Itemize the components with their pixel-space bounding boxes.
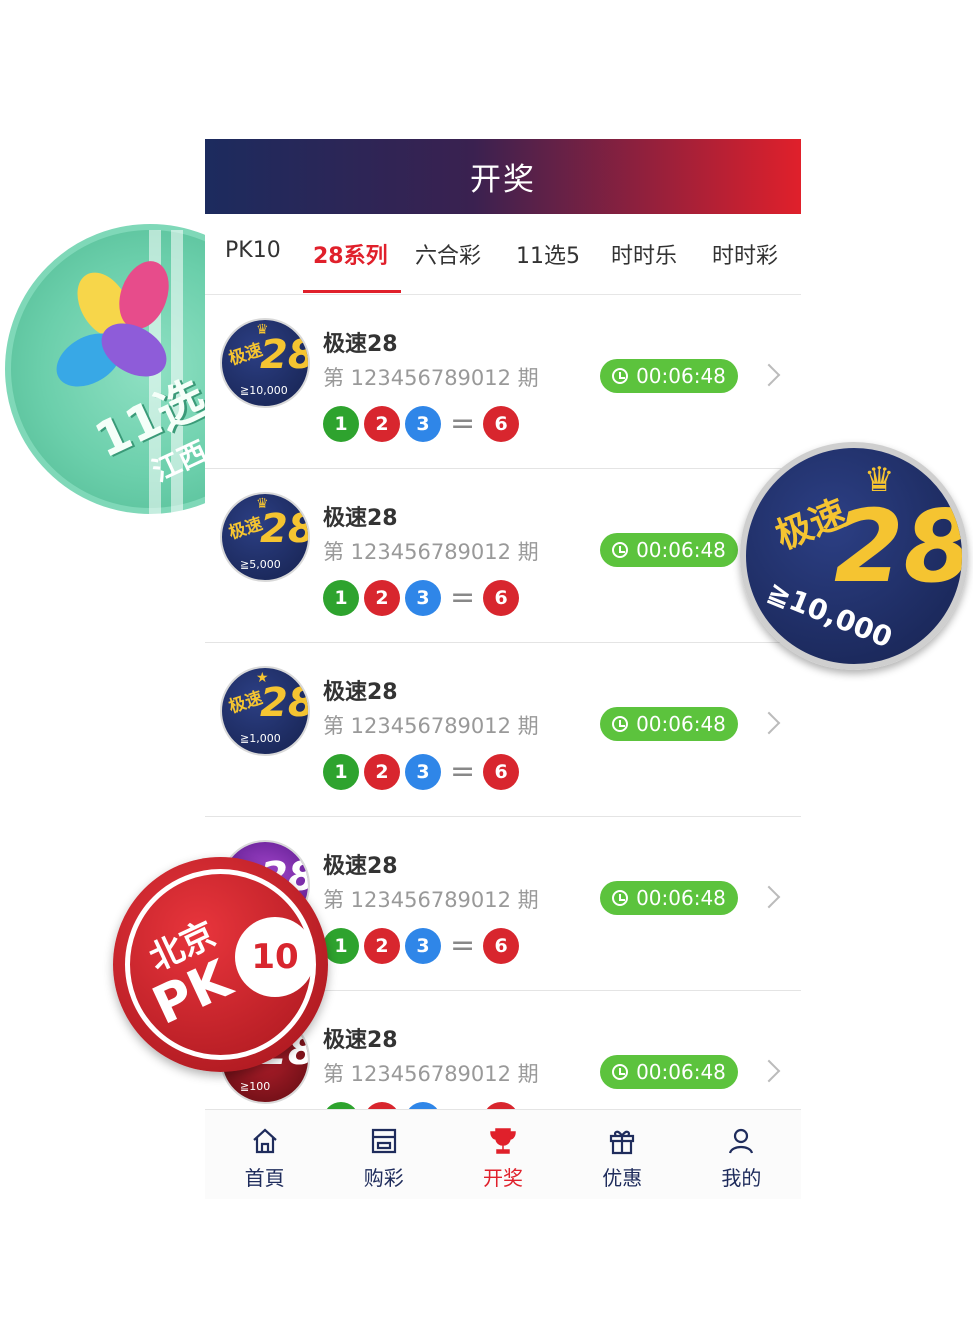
store-icon xyxy=(371,1128,396,1154)
icon-limit: ≧5,000 xyxy=(240,558,281,571)
tab-shishicai[interactable]: 时时彩 xyxy=(712,238,778,270)
result-ball: 1 xyxy=(323,928,359,964)
countdown-text: 00:06:48 xyxy=(636,364,726,388)
result-ball: 1 xyxy=(323,754,359,790)
jisu28-icon: ♛ 极速 28 ≧10,000 xyxy=(220,318,310,408)
equals-sign: = xyxy=(450,754,476,789)
result-ball: 2 xyxy=(364,580,400,616)
issue-number: 第 123456789012 期 xyxy=(323,366,539,390)
countdown-text: 00:06:48 xyxy=(636,538,726,562)
equals-sign: = xyxy=(450,406,476,441)
result-ball: 3 xyxy=(405,580,441,616)
clock-icon xyxy=(612,716,629,732)
result-balls: 1 2 3 = 6 xyxy=(323,406,524,442)
tab-28-series[interactable]: 28系列 xyxy=(313,238,388,270)
sum-ball: 6 xyxy=(483,928,520,964)
icon-limit: ≧10,000 xyxy=(240,384,288,397)
active-tab-indicator xyxy=(303,290,401,293)
sum-ball: 6 xyxy=(483,754,520,790)
result-ball: 2 xyxy=(364,754,400,790)
nav-label: 开奖 xyxy=(483,1166,523,1190)
equals-sign: = xyxy=(450,580,476,615)
icon-limit: ≧100 xyxy=(240,1080,271,1093)
clock-icon xyxy=(612,542,629,558)
result-ball: 3 xyxy=(405,754,441,790)
clock-icon xyxy=(612,1064,629,1080)
countdown-text: 00:06:48 xyxy=(636,1060,726,1084)
bottom-nav: 首頁 购彩 开奖 优惠 我的 xyxy=(205,1109,801,1199)
tab-pk10[interactable]: PK10 xyxy=(225,238,281,263)
nav-label: 我的 xyxy=(721,1166,762,1190)
category-tabs: PK10 28系列 六合彩 11选5 时时乐 时时彩 xyxy=(205,214,801,295)
issue-number: 第 123456789012 期 xyxy=(323,888,539,912)
result-balls: 1 2 3 = 6 xyxy=(323,754,524,790)
result-ball: 3 xyxy=(405,406,441,442)
result-ball: 2 xyxy=(364,406,400,442)
result-balls: 1 2 3 = 6 xyxy=(323,928,524,964)
badge-number: 10 xyxy=(235,917,315,997)
jisu28-badge: ♛ 极速 28 ≧10,000 xyxy=(740,442,968,670)
icon-number: 28 xyxy=(260,332,308,378)
app-header: 开奖 xyxy=(205,139,801,214)
icon-limit: ≧1,000 xyxy=(240,732,281,745)
sum-ball: 6 xyxy=(483,406,520,442)
countdown-text: 00:06:48 xyxy=(636,886,726,910)
result-ball: 1 xyxy=(323,580,359,616)
icon-number: 28 xyxy=(260,506,308,552)
countdown-badge: 00:06:48 xyxy=(600,533,738,567)
result-ball: 1 xyxy=(323,406,359,442)
gift-icon xyxy=(610,1130,635,1155)
tab-shishile[interactable]: 时时乐 xyxy=(611,238,677,270)
countdown-badge: 00:06:48 xyxy=(600,707,738,741)
result-ball: 3 xyxy=(405,928,441,964)
result-balls: 1 2 3 = 6 xyxy=(323,580,524,616)
icon-number: 28 xyxy=(260,680,308,726)
issue-number: 第 123456789012 期 xyxy=(323,1062,539,1086)
list-item[interactable]: ♛ 极速 28 ≧5,000 极速28 第 123456789012 期 1 2… xyxy=(205,469,801,643)
game-name: 极速28 xyxy=(323,506,398,531)
issue-number: 第 123456789012 期 xyxy=(323,714,539,738)
game-name: 极速28 xyxy=(323,854,398,879)
chip-icon: 11选 江西 xyxy=(5,224,205,514)
nav-home[interactable]: 首頁 xyxy=(205,1110,324,1199)
user-icon xyxy=(729,1128,754,1154)
nav-profile[interactable]: 我的 xyxy=(682,1110,801,1199)
list-item[interactable]: ★ 极速 28 ≧1,000 极速28 第 123456789012 期 1 2… xyxy=(205,643,801,817)
home-icon xyxy=(252,1128,277,1154)
jiangxi-11x5-badge: 11选 江西 xyxy=(5,224,205,514)
chevron-right-icon[interactable] xyxy=(757,711,781,735)
jisu28-icon: ♛ 极速 28 ≧5,000 xyxy=(220,492,310,582)
list-item[interactable]: ♛ 极速 28 ≧10,000 极速28 第 123456789012 期 1 … xyxy=(205,295,801,469)
nav-promo[interactable]: 优惠 xyxy=(563,1110,682,1199)
clock-icon xyxy=(612,890,629,906)
countdown-text: 00:06:48 xyxy=(636,712,726,736)
nav-results[interactable]: 开奖 xyxy=(443,1110,562,1199)
equals-sign: = xyxy=(450,928,476,963)
result-ball: 2 xyxy=(364,928,400,964)
tab-11x5[interactable]: 11选5 xyxy=(516,238,580,270)
countdown-badge: 00:06:48 xyxy=(600,1055,738,1089)
countdown-badge: 00:06:48 xyxy=(600,359,738,393)
beijing-pk10-badge: 北京 PK 10 xyxy=(113,857,328,1072)
chevron-right-icon[interactable] xyxy=(757,885,781,909)
game-name: 极速28 xyxy=(323,1028,398,1053)
trophy-icon xyxy=(490,1128,516,1154)
chevron-right-icon[interactable] xyxy=(757,363,781,387)
clock-icon xyxy=(612,368,629,384)
sum-ball: 6 xyxy=(483,580,520,616)
nav-label: 优惠 xyxy=(602,1166,643,1190)
page-title: 开奖 xyxy=(470,162,536,198)
badge-number: 28 xyxy=(834,488,968,605)
chevron-right-icon[interactable] xyxy=(757,1059,781,1083)
game-name: 极速28 xyxy=(323,680,398,705)
issue-number: 第 123456789012 期 xyxy=(323,540,539,564)
jisu28-icon: ★ 极速 28 ≧1,000 xyxy=(220,666,310,756)
tab-mark-six[interactable]: 六合彩 xyxy=(415,238,481,270)
nav-label: 购彩 xyxy=(363,1166,404,1190)
nav-label: 首頁 xyxy=(244,1166,285,1190)
nav-buy[interactable]: 购彩 xyxy=(324,1110,443,1199)
countdown-badge: 00:06:48 xyxy=(600,881,738,915)
game-name: 极速28 xyxy=(323,332,398,357)
